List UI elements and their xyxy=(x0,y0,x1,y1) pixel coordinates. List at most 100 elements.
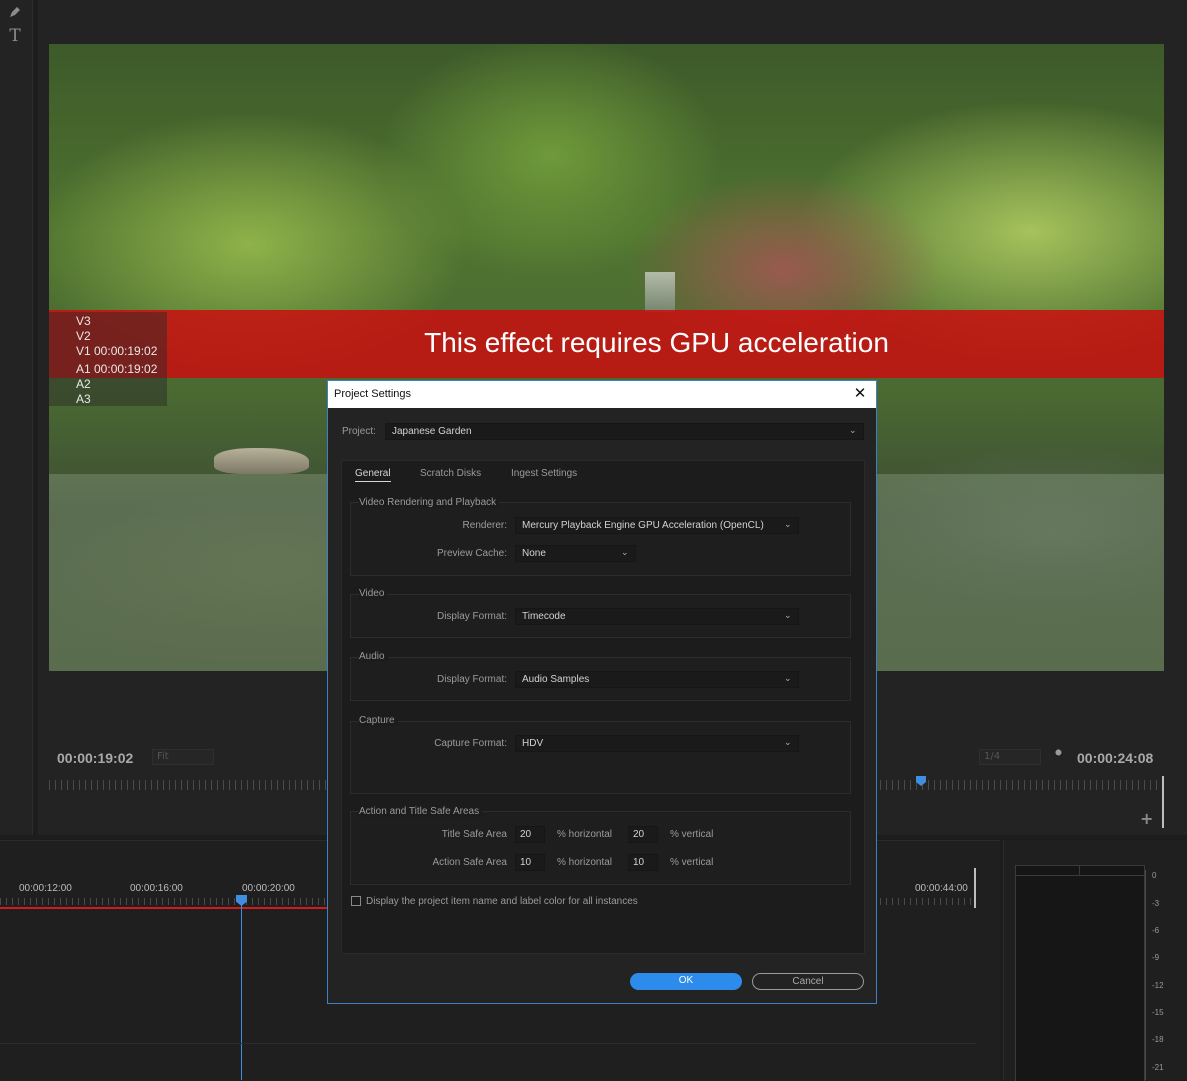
capture-format-label: Capture Format: xyxy=(434,738,507,749)
timeline-ruler-right[interactable] xyxy=(880,898,975,905)
track-label: A3 xyxy=(76,392,91,406)
playhead-timecode[interactable]: 00:00:19:02 xyxy=(57,750,133,766)
title-safe-horizontal-input[interactable]: 20 xyxy=(515,826,545,843)
meter-scale-line xyxy=(1145,870,1146,1080)
timeline-ruler[interactable] xyxy=(0,898,327,905)
meter-divider xyxy=(1016,875,1144,876)
safe-areas-heading: Action and Title Safe Areas xyxy=(359,806,483,817)
preview-cache-dropdown[interactable]: None ⌄ xyxy=(515,545,636,562)
horizontal-unit-label: % horizontal xyxy=(557,857,613,868)
instances-checkbox-label: Display the project item name and label … xyxy=(366,896,638,907)
timeline-time-label: 00:00:16:00 xyxy=(130,883,183,894)
video-heading: Video xyxy=(359,588,388,599)
cancel-button[interactable]: Cancel xyxy=(752,973,864,990)
video-display-format-dropdown[interactable]: Timecode ⌄ xyxy=(515,608,799,625)
video-rendering-group xyxy=(350,502,851,576)
renderer-label: Renderer: xyxy=(462,520,507,531)
gpu-warning-banner: This effect requires GPU acceleration xyxy=(49,310,1164,378)
playhead-line xyxy=(241,905,242,1080)
zoom-value: Fit xyxy=(157,751,169,762)
action-safe-area-label: Action Safe Area xyxy=(432,857,508,868)
chevron-down-icon: ⌄ xyxy=(784,611,792,621)
db-label: -3 xyxy=(1152,899,1160,908)
title-safe-area-label: Title Safe Area xyxy=(441,829,507,840)
gpu-warning-text: This effect requires GPU acceleration xyxy=(424,327,889,358)
tab-general[interactable]: General xyxy=(355,468,391,482)
type-tool-icon[interactable]: T xyxy=(6,26,24,46)
renderer-dropdown[interactable]: Mercury Playback Engine GPU Acceleration… xyxy=(515,517,799,534)
tool-strip: T xyxy=(0,0,33,835)
project-value: Japanese Garden xyxy=(392,426,472,437)
pen-icon[interactable] xyxy=(6,3,24,21)
add-button[interactable]: + xyxy=(1140,809,1153,828)
vertical-unit-label: % vertical xyxy=(670,857,714,868)
db-label: 0 xyxy=(1152,871,1157,880)
capture-heading: Capture xyxy=(359,715,398,726)
horizontal-unit-label: % horizontal xyxy=(557,829,613,840)
timeline-time-label: 00:00:44:00 xyxy=(915,883,968,894)
audio-meter xyxy=(1015,865,1145,1081)
renderer-value: Mercury Playback Engine GPU Acceleration… xyxy=(522,520,764,531)
waterfall xyxy=(645,272,675,312)
vertical-unit-label: % vertical xyxy=(670,829,714,840)
track-overlay: V3 V2 V1 00:00:19:02 A1 00:00:19:02 A2 A… xyxy=(49,312,167,406)
chevron-down-icon: ⌄ xyxy=(784,674,792,684)
capture-format-value: HDV xyxy=(522,738,544,749)
close-icon[interactable]: ✕ xyxy=(852,385,868,401)
capture-group xyxy=(350,721,851,794)
title-safe-vertical-input[interactable]: 20 xyxy=(628,826,658,843)
track-label: V3 xyxy=(76,314,91,328)
project-dropdown[interactable]: Japanese Garden ⌄ xyxy=(385,423,864,440)
resolution-value: 1/4 xyxy=(984,751,1001,762)
audio-display-format-dropdown[interactable]: Audio Samples ⌄ xyxy=(515,671,799,688)
resolution-dropdown[interactable]: 1/4 xyxy=(979,749,1041,765)
db-label: -6 xyxy=(1152,926,1160,935)
chevron-down-icon: ⌄ xyxy=(784,520,792,530)
chevron-down-icon: ⌄ xyxy=(849,426,857,436)
track-label: A2 xyxy=(76,377,91,391)
wrench-icon[interactable] xyxy=(1052,748,1066,762)
db-label: -12 xyxy=(1152,981,1164,990)
capture-format-dropdown[interactable]: HDV ⌄ xyxy=(515,735,799,752)
action-safe-vertical-input[interactable]: 10 xyxy=(628,854,658,871)
tab-scratch-disks[interactable]: Scratch Disks xyxy=(420,468,481,479)
preview-cache-value: None xyxy=(522,548,546,559)
safe-areas-group xyxy=(350,811,851,885)
dialog-title: Project Settings xyxy=(334,388,412,400)
duration-timecode: 00:00:24:08 xyxy=(1077,750,1154,766)
track-label: A1 00:00:19:02 xyxy=(76,362,158,376)
timeline-time-label: 00:00:12:00 xyxy=(19,883,72,894)
action-safe-vertical-value: 10 xyxy=(633,857,645,868)
zoom-dropdown[interactable]: Fit xyxy=(152,749,214,765)
audio-display-format-label: Display Format: xyxy=(436,674,507,685)
db-label: -9 xyxy=(1152,953,1160,962)
title-safe-vertical-value: 20 xyxy=(633,829,645,840)
action-safe-horizontal-input[interactable]: 10 xyxy=(515,854,545,871)
db-label: -15 xyxy=(1152,1008,1164,1017)
preview-cache-label: Preview Cache: xyxy=(436,548,507,559)
audio-display-format-value: Audio Samples xyxy=(522,674,590,685)
render-bar xyxy=(0,907,327,909)
timeline-time-label: 00:00:20:00 xyxy=(242,883,295,894)
meter-divider xyxy=(1079,866,1080,875)
db-label: -21 xyxy=(1152,1063,1164,1072)
chevron-down-icon: ⌄ xyxy=(784,738,792,748)
rock xyxy=(214,448,309,474)
chevron-down-icon: ⌄ xyxy=(621,548,629,558)
tab-ingest-settings[interactable]: Ingest Settings xyxy=(511,468,577,479)
project-label: Project: xyxy=(342,426,376,437)
video-display-format-value: Timecode xyxy=(522,611,566,622)
dialog-title-bar[interactable]: Project Settings ✕ xyxy=(328,381,876,408)
track-divider xyxy=(0,1043,976,1044)
db-label: -18 xyxy=(1152,1035,1164,1044)
instances-checkbox[interactable] xyxy=(351,896,361,906)
title-safe-horizontal-value: 20 xyxy=(520,829,532,840)
track-label: V1 00:00:19:02 xyxy=(76,344,158,358)
track-label: V2 xyxy=(76,329,91,343)
video-rendering-heading: Video Rendering and Playback xyxy=(359,497,500,508)
timeline-scroll-edge xyxy=(974,868,976,908)
monitor-scroll-edge xyxy=(1162,776,1164,828)
monitor-ruler-left[interactable] xyxy=(49,780,327,790)
video-display-format-label: Display Format: xyxy=(436,611,507,622)
ok-button[interactable]: OK xyxy=(630,973,742,990)
